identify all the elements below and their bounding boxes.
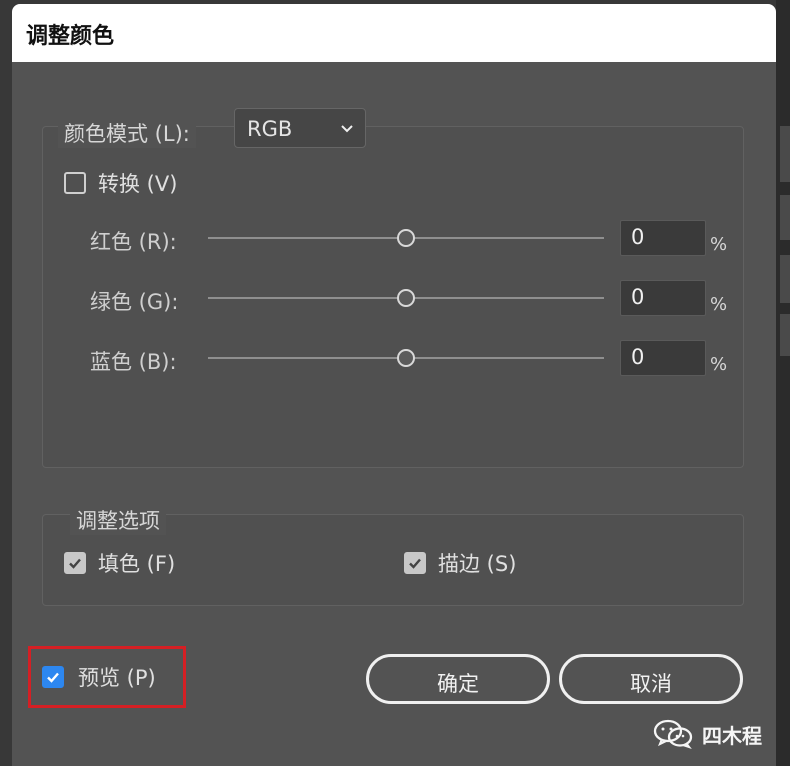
blue-value: 0 [631,345,645,369]
green-percent-unit: % [710,294,728,315]
ok-button[interactable]: 确定 [366,654,550,704]
dialog-title-bar: 调整颜色 [12,4,776,62]
checkmark-icon [69,558,81,569]
red-channel-label: 红色 (R): [90,230,177,254]
stroke-checkbox[interactable] [404,552,426,574]
color-mode-label: 颜色模式 (L): [58,118,196,148]
red-slider-handle-icon[interactable] [397,229,415,247]
watermark: 四木程 [652,712,772,756]
cancel-button[interactable]: 取消 [559,654,743,704]
background-panel-block [780,314,790,356]
background-panel-block [780,255,790,303]
green-slider-handle-icon[interactable] [397,289,415,307]
convert-checkbox[interactable] [64,172,86,194]
blue-slider-handle-icon[interactable] [397,349,415,367]
stroke-label: 描边 (S) [438,552,517,576]
fill-label: 填色 (F) [98,552,176,576]
dialog-title: 调整颜色 [26,24,115,49]
watermark-text: 四木程 [702,724,762,748]
checkmark-icon [409,558,421,569]
adjust-options-legend: 调整选项 [70,505,166,535]
blue-percent-unit: % [710,354,728,375]
cancel-button-label: 取消 [630,672,672,696]
convert-label: 转换 (V) [98,172,178,196]
background-panel-block [780,195,790,240]
chevron-down-icon [341,125,353,133]
color-mode-select[interactable]: RGB [234,108,366,148]
ok-button-label: 确定 [437,672,479,696]
red-value: 0 [631,225,645,249]
green-channel-label: 绿色 (G): [90,290,179,314]
background-panel-block [780,126,790,182]
background-window-edge [776,0,790,766]
wechat-icon [653,719,693,750]
fill-checkbox[interactable] [64,552,86,574]
red-value-input[interactable]: 0 [620,220,706,256]
green-value: 0 [631,285,645,309]
green-value-input[interactable]: 0 [620,280,706,316]
blue-channel-label: 蓝色 (B): [90,350,177,374]
color-mode-value: RGB [247,117,293,141]
blue-value-input[interactable]: 0 [620,340,706,376]
preview-highlight-box [28,646,186,708]
red-percent-unit: % [710,234,728,255]
adjust-color-dialog: 调整颜色 颜色模式 (L): RGB 转换 (V) 红色 (R): 0 % 绿色… [12,4,776,766]
